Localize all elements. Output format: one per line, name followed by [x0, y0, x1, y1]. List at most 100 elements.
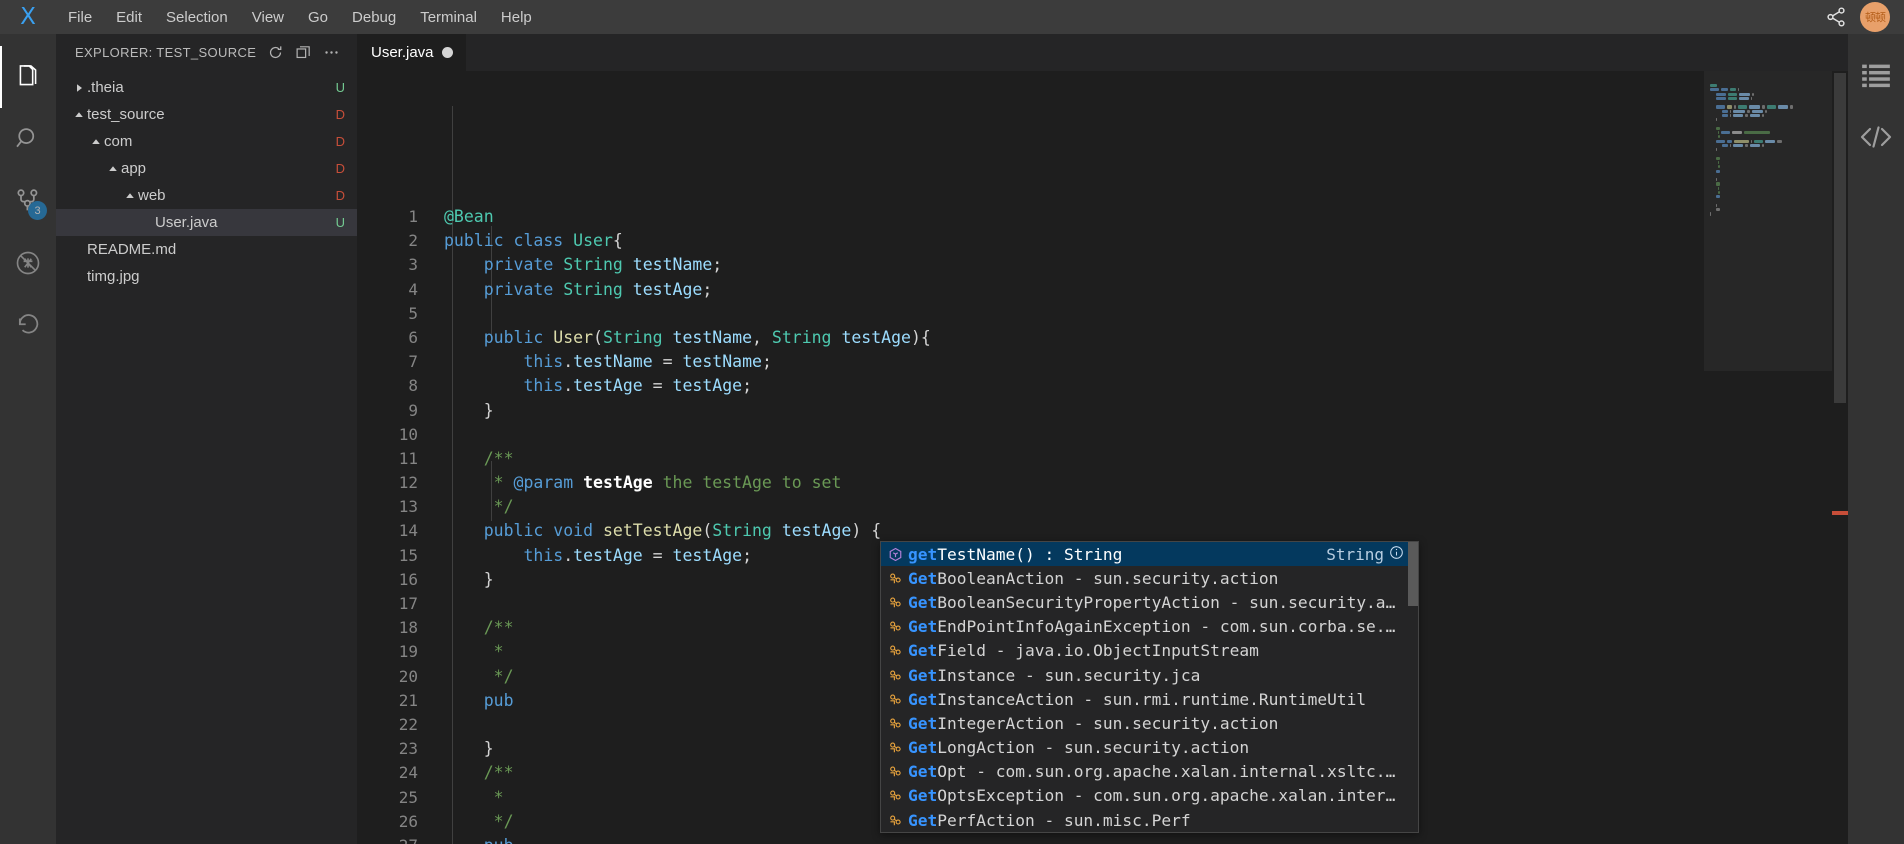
chevron-down-icon[interactable]	[121, 191, 138, 201]
code-line[interactable]: 10	[357, 423, 1704, 447]
chevron-right-icon[interactable]	[70, 83, 87, 93]
refresh-icon[interactable]	[266, 43, 285, 62]
activity-item-explorer[interactable]	[0, 46, 56, 108]
suggestion-popup[interactable]: getTestName() : String String GetBooleanAc…	[880, 541, 1419, 834]
minimap-token	[1710, 84, 1718, 88]
minimap-line	[1716, 139, 1822, 143]
minimap-line	[1717, 186, 1823, 190]
code-line[interactable]: 11 /**	[357, 447, 1704, 471]
tree-item-test-source[interactable]: test_source D	[56, 101, 357, 128]
tab-user-java[interactable]: User.java	[357, 34, 467, 71]
suggestion-item[interactable]: GetBooleanAction - sun.security.action	[881, 566, 1418, 590]
overview-ruler[interactable]	[1832, 71, 1848, 844]
tree-item-user-java[interactable]: User.java U	[56, 209, 357, 236]
suggestion-item[interactable]: GetLongAction - sun.security.action	[881, 736, 1418, 760]
code-line[interactable]: 9 }	[357, 399, 1704, 423]
tree-item--theia[interactable]: .theia U	[56, 74, 357, 101]
code-line[interactable]: 13 */	[357, 495, 1704, 519]
code-line[interactable]: 8 this.testAge = testAge;	[357, 374, 1704, 398]
suggestion-item[interactable]: GetOpt - com.sun.org.apache.xalan.intern…	[881, 760, 1418, 784]
suggestion-item[interactable]: GetOptsException - com.sun.org.apache.xa…	[881, 784, 1418, 808]
share-icon[interactable]	[1822, 3, 1850, 31]
suggestion-rest: TestName() : String	[937, 544, 1123, 564]
suggestion-item[interactable]: GetEndPointInfoAgainException - com.sun.…	[881, 615, 1418, 639]
menu-item-edit[interactable]: Edit	[104, 0, 154, 34]
minimap-token	[1716, 148, 1718, 152]
chevron-down-icon[interactable]	[70, 110, 87, 120]
code-line[interactable]: 14 public void setTestAge(String testAge…	[357, 519, 1704, 543]
code-line[interactable]: 7 this.testName = testName;	[357, 350, 1704, 374]
chevron-down-icon[interactable]	[104, 164, 121, 174]
info-icon[interactable]	[1389, 545, 1404, 564]
suggestion-item[interactable]: GetBooleanSecurityPropertyAction - sun.s…	[881, 590, 1418, 614]
menu-item-file[interactable]: File	[56, 0, 104, 34]
code-line[interactable]: 2 public class User{	[357, 229, 1704, 253]
chevron-down-icon[interactable]	[87, 137, 104, 147]
tab-dirty-indicator[interactable]	[441, 47, 453, 58]
suggestion-item[interactable]: GetInstance - sun.security.jca	[881, 663, 1418, 687]
code-line[interactable]: 5	[357, 302, 1704, 326]
error-marker[interactable]	[1832, 511, 1848, 515]
code-line[interactable]: 12 * @param testAge the testAge to set	[357, 471, 1704, 495]
suggestion-match-prefix: Get	[908, 617, 938, 637]
tree-item-app[interactable]: app D	[56, 155, 357, 182]
menu-bar-items: File Edit Selection View Go Debug Terminal Help	[56, 0, 544, 34]
tree-item-web[interactable]: web D	[56, 182, 357, 209]
menu-item-help[interactable]: Help	[489, 0, 544, 34]
activity-item-history[interactable]	[0, 294, 56, 356]
code-viewport[interactable]: 1 @Bean 2 public class User{3 private Strin…	[357, 71, 1704, 844]
suggestion-item[interactable]: GetIntegerAction - sun.security.action	[881, 711, 1418, 735]
minimap-token	[1750, 113, 1761, 118]
activity-item-source-control[interactable]: 3	[0, 170, 56, 232]
line-number: 8	[408, 376, 418, 396]
class-icon	[886, 692, 905, 707]
code-line[interactable]: 1 @Bean	[357, 205, 1704, 229]
activity-item-debug[interactable]	[0, 232, 56, 294]
minimap-line	[1716, 92, 1822, 96]
minimap-token	[1722, 113, 1728, 118]
suggestion-scrollbar-thumb[interactable]	[1408, 542, 1418, 606]
tree-item-label: README.md	[87, 241, 177, 258]
code-line[interactable]: 6 public User(String testName, String te…	[357, 326, 1704, 350]
tree-item-readme-md[interactable]: README.md	[56, 236, 357, 263]
code-line[interactable]: 27 pub	[357, 834, 1704, 844]
editor-scrollbar-thumb[interactable]	[1834, 73, 1846, 403]
menu-item-view[interactable]: View	[240, 0, 296, 34]
suggestion-label: GetLongAction - sun.security.action	[908, 738, 1249, 757]
tree-item-com[interactable]: com D	[56, 128, 357, 155]
minimap-token	[1716, 178, 1718, 182]
avatar[interactable]: 顿顿	[1860, 2, 1890, 32]
activity-bar: 3	[0, 34, 56, 844]
suggestion-item[interactable]: getTestName() : String String	[881, 542, 1418, 567]
minimap-token	[1729, 109, 1732, 113]
minimap-line	[1710, 212, 1822, 216]
activity-item-search[interactable]	[0, 108, 56, 170]
code-line[interactable]: 3 private String testName;	[357, 253, 1704, 277]
suggestion-item[interactable]: GetInstanceAction - sun.rmi.runtime.Runt…	[881, 687, 1418, 711]
code-line[interactable]: 4 private String testAge;	[357, 278, 1704, 302]
ellipsis-icon[interactable]	[322, 43, 341, 62]
right-item-outline[interactable]	[1848, 44, 1904, 106]
suggestion-item[interactable]: GetPerfAction - sun.misc.Perf	[881, 808, 1418, 832]
explorer-actions	[266, 43, 349, 62]
minimap-canvas	[1710, 84, 1822, 217]
minimap[interactable]	[1704, 71, 1832, 844]
class-icon	[886, 764, 905, 779]
tree-item-timg-jpg[interactable]: timg.jpg	[56, 263, 357, 290]
menu-item-debug[interactable]: Debug	[340, 0, 408, 34]
menu-item-go[interactable]: Go	[296, 0, 340, 34]
line-number: 26	[398, 811, 418, 831]
suggestion-rest: OptsException - com.sun.org.apache.xalan…	[937, 786, 1404, 806]
minimap-token	[1720, 88, 1728, 92]
minimap-line	[1717, 131, 1823, 135]
minimap-token	[1728, 96, 1737, 100]
menu-item-selection[interactable]: Selection	[154, 0, 240, 34]
right-item-code-snippets[interactable]	[1848, 106, 1904, 168]
vscode-window: X File Edit Selection View Go Debug Terminal He…	[0, 0, 1904, 844]
suggestion-item[interactable]: GetField - java.io.ObjectInputStream	[881, 639, 1418, 663]
suggestion-scrollbar[interactable]	[1408, 542, 1418, 832]
menu-item-terminal[interactable]: Terminal	[408, 0, 489, 34]
collapse-all-icon[interactable]	[294, 43, 313, 62]
minimap-token	[1750, 143, 1761, 148]
files-icon	[19, 65, 37, 86]
